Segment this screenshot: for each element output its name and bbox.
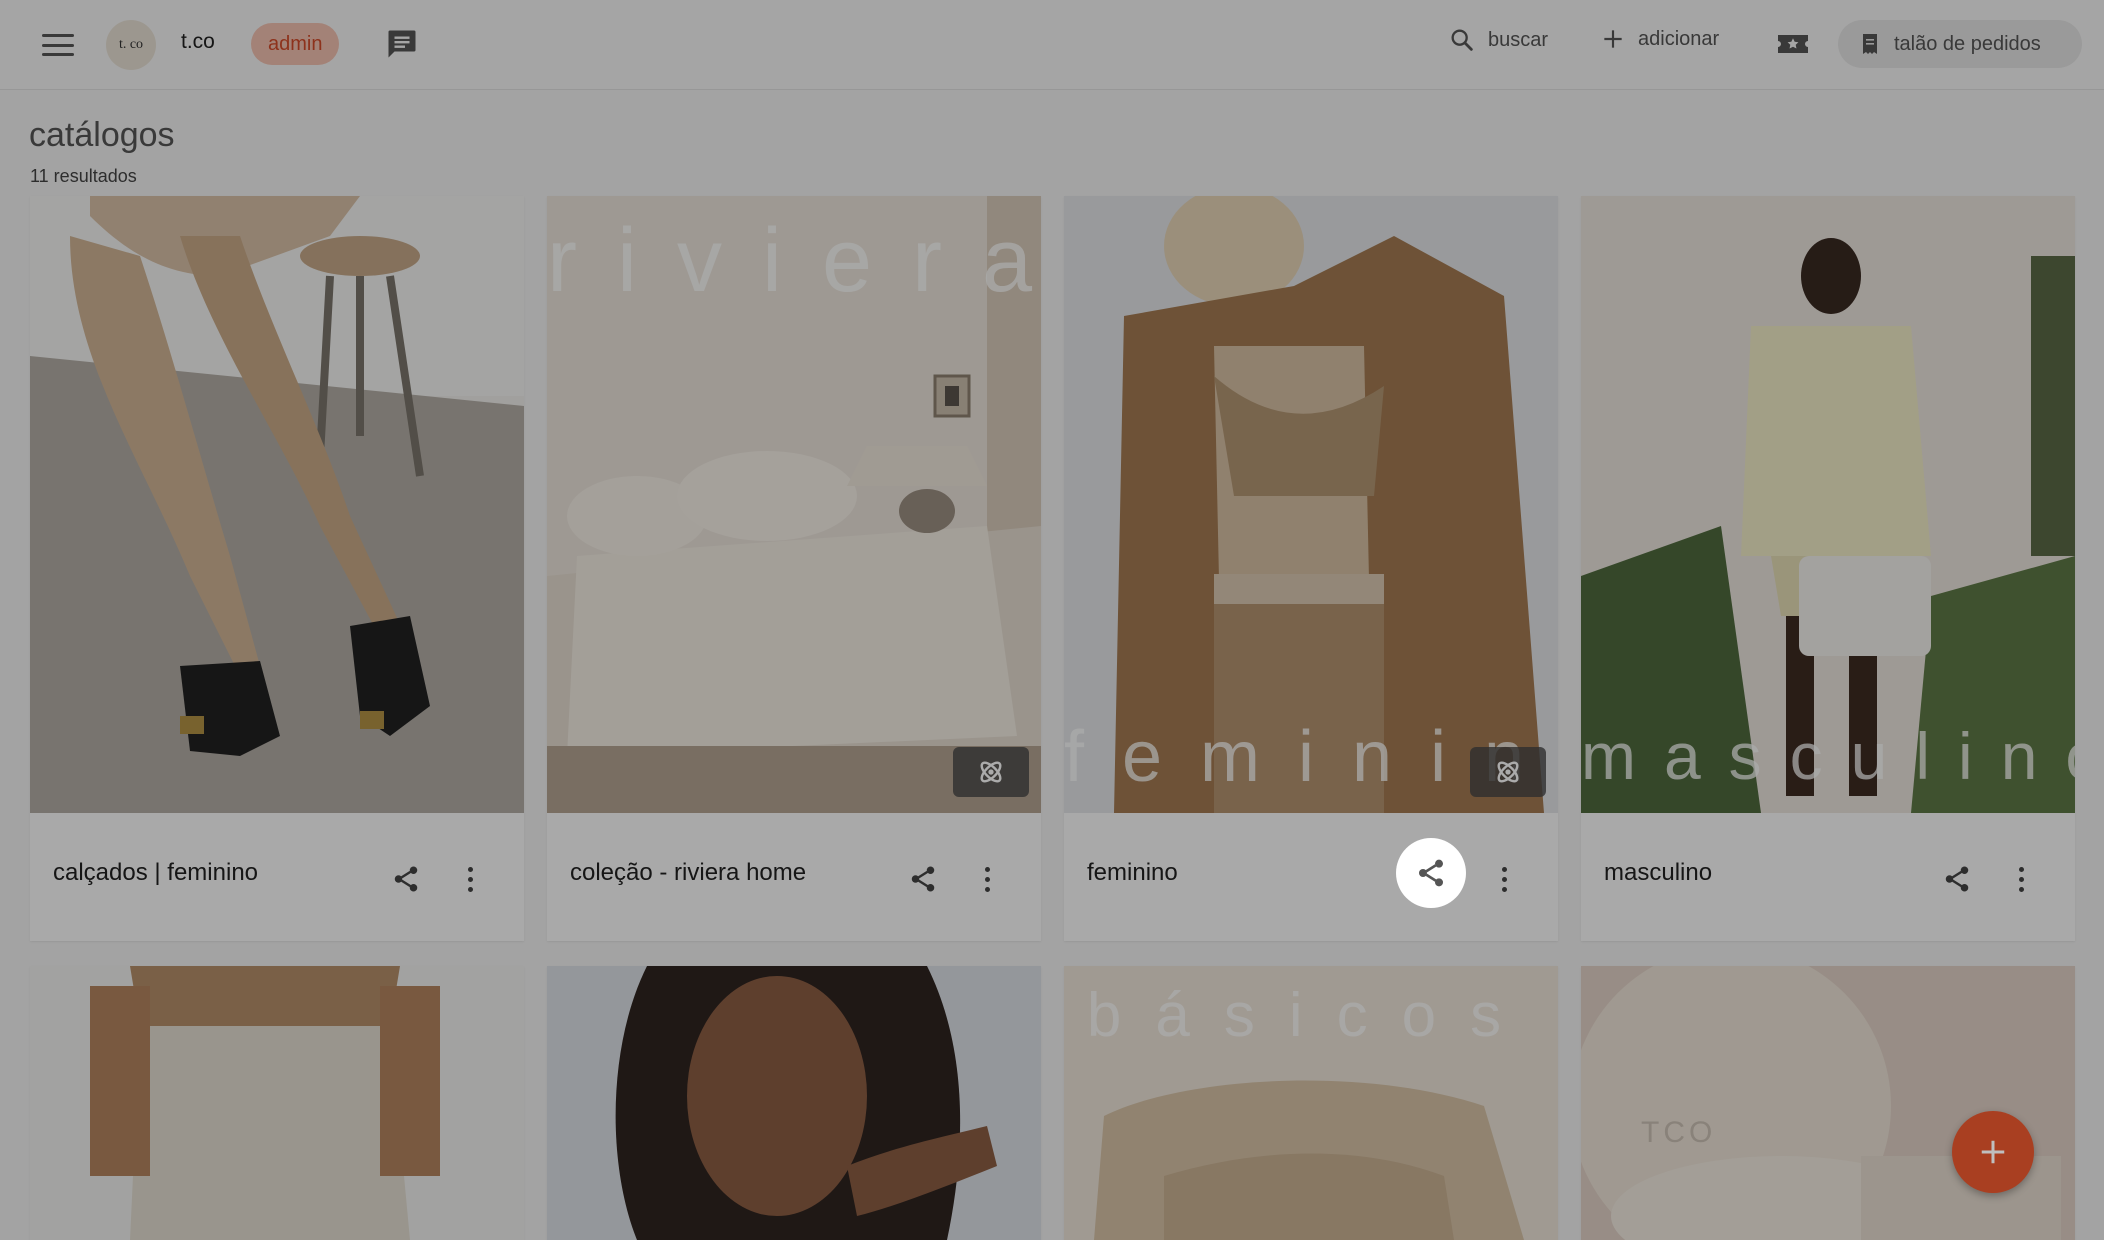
cover-overlay-text: básicos — [1086, 981, 1536, 1050]
catalog-card[interactable]: básicos — [1064, 966, 1558, 1240]
add-button[interactable]: adicionar — [1600, 26, 1719, 52]
hamburger-menu-icon[interactable] — [38, 30, 78, 60]
share-icon — [911, 866, 935, 892]
catalog-cover-image[interactable]: feminino — [1064, 196, 1558, 813]
top-app-bar: t. co t.co admin buscar adicionar talão … — [0, 0, 2104, 90]
more-options-button[interactable] — [1484, 855, 1524, 903]
catalog-name[interactable]: masculino — [1604, 859, 1712, 887]
more-options-button[interactable] — [967, 855, 1007, 903]
catalog-card[interactable]: riviera coleção - riviera home — [547, 196, 1041, 941]
search-button[interactable]: buscar — [1448, 26, 1548, 54]
more-options-button[interactable] — [450, 855, 490, 903]
atom-icon — [980, 761, 1002, 783]
add-label: adicionar — [1638, 27, 1720, 50]
catalog-cover-image[interactable] — [547, 966, 1041, 1240]
catalog-card[interactable] — [30, 966, 524, 1240]
add-catalog-fab[interactable] — [1952, 1111, 2034, 1193]
atom-icon — [1497, 761, 1519, 783]
cover-overlay-text: masculino — [1581, 719, 2075, 793]
plus-icon — [1604, 30, 1622, 48]
results-count: 11 resultados — [30, 166, 137, 186]
catalog-name[interactable]: calçados | feminino — [53, 859, 258, 887]
catalog-card-footer: feminino — [1064, 813, 1558, 941]
share-icon — [1419, 859, 1443, 887]
star-ticket-icon[interactable] — [1775, 26, 1811, 62]
search-icon — [1451, 29, 1473, 51]
logo-text: t. co — [118, 37, 144, 52]
share-button[interactable] — [890, 846, 956, 912]
catalog-cover-image[interactable]: masculino — [1581, 196, 2075, 813]
catalog-card-footer: coleção - riviera home — [547, 813, 1041, 941]
catalog-card[interactable]: masculino masculino — [1581, 196, 2075, 941]
brand-logo[interactable]: t. co — [106, 20, 156, 70]
catalog-cover-image[interactable]: TCO — [1581, 966, 2075, 1240]
receipt-icon — [1863, 34, 1877, 54]
catalog-cover-image[interactable] — [30, 196, 524, 813]
ar-view-badge[interactable] — [953, 747, 1029, 797]
search-label: buscar — [1488, 28, 1549, 51]
catalog-card[interactable]: TCO — [1581, 966, 2075, 1240]
catalog-card[interactable]: calçados | feminino — [30, 196, 524, 941]
cover-overlay-text: riviera — [547, 211, 1041, 311]
share-icon — [394, 866, 418, 892]
catalog-cover-image[interactable]: riviera — [547, 196, 1041, 813]
catalog-cover-image[interactable]: básicos — [1064, 966, 1558, 1240]
catalog-card-footer: masculino — [1581, 813, 2075, 941]
catalog-card[interactable] — [547, 966, 1041, 1240]
share-button[interactable] — [373, 846, 439, 912]
brand-name[interactable]: t.co — [181, 30, 215, 54]
catalog-card-footer: calçados | feminino — [30, 813, 524, 941]
more-options-button[interactable] — [2001, 855, 2041, 903]
catalog-cover-image[interactable] — [30, 966, 524, 1240]
plus-icon — [1981, 1140, 2005, 1164]
order-book-button[interactable]: talão de pedidos — [1838, 20, 2082, 68]
share-icon — [1945, 866, 1969, 892]
order-book-label: talão de pedidos — [1894, 32, 2041, 55]
page-title: catálogos — [29, 116, 175, 154]
catalog-name[interactable]: coleção - riviera home — [570, 859, 806, 887]
chat-icon[interactable] — [384, 26, 420, 62]
role-badge: admin — [251, 23, 340, 65]
catalog-name[interactable]: feminino — [1087, 859, 1178, 887]
catalog-card[interactable]: feminino feminino — [1064, 196, 1558, 941]
ar-view-badge[interactable] — [1470, 747, 1546, 797]
share-button-highlighted[interactable] — [1396, 838, 1466, 908]
product-lid-text: TCO — [1641, 1116, 1717, 1149]
share-button[interactable] — [1924, 846, 1990, 912]
